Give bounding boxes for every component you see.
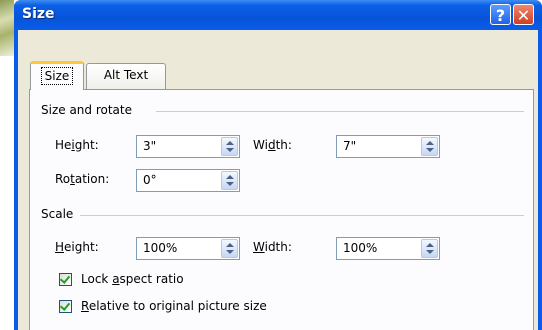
tab-alt-text-label: Alt Text xyxy=(103,68,149,82)
spin-up-icon xyxy=(226,141,234,145)
checkmark-icon xyxy=(59,300,71,311)
scale-width-spin-arrows[interactable] xyxy=(421,239,438,258)
scale-width-value: 100% xyxy=(343,241,378,255)
checkmark-icon xyxy=(59,273,71,284)
width-label: Width: xyxy=(253,138,292,152)
tab-alt-text[interactable]: Alt Text xyxy=(86,63,166,89)
background-thumbnail xyxy=(0,0,14,56)
close-icon: ✕ xyxy=(516,6,531,25)
scale-width-spinner[interactable]: 100% xyxy=(336,237,440,260)
dialog-body: Size Alt Text Size and rotate Height: 3"… xyxy=(18,30,538,330)
spin-down-icon xyxy=(426,250,434,254)
width-spin-arrows[interactable] xyxy=(421,137,438,156)
spin-down-icon xyxy=(226,250,234,254)
rotation-spinner[interactable]: 0° xyxy=(136,169,240,192)
width-spinner[interactable]: 7" xyxy=(336,135,440,158)
scale-height-spinner[interactable]: 100% xyxy=(136,237,240,260)
height-value: 3" xyxy=(143,139,157,153)
height-spinner[interactable]: 3" xyxy=(136,135,240,158)
width-value: 7" xyxy=(343,139,357,153)
scale-width-label: Width: xyxy=(253,240,292,254)
lock-aspect-checkbox[interactable] xyxy=(59,273,72,286)
spin-up-icon xyxy=(426,243,434,247)
spin-up-icon xyxy=(226,175,234,179)
spin-down-icon xyxy=(226,182,234,186)
spin-up-icon xyxy=(426,141,434,145)
size-rotate-heading: Size and rotate xyxy=(41,103,132,117)
tab-size[interactable]: Size xyxy=(30,61,84,90)
help-button[interactable]: ? xyxy=(490,4,511,25)
dialog-title: Size xyxy=(22,6,55,22)
spin-down-icon xyxy=(226,148,234,152)
rotation-label: Rotation: xyxy=(55,172,110,186)
spin-up-icon xyxy=(226,243,234,247)
scale-height-value: 100% xyxy=(143,241,178,255)
lock-aspect-label[interactable]: Lock aspect ratio xyxy=(81,272,184,286)
scale-divider xyxy=(80,215,524,216)
rotation-spin-arrows[interactable] xyxy=(221,171,238,190)
tab-size-label: Size xyxy=(40,67,74,85)
height-spin-arrows[interactable] xyxy=(221,137,238,156)
size-rotate-divider xyxy=(156,111,524,112)
title-bar[interactable]: Size ? ✕ xyxy=(14,0,542,30)
help-icon: ? xyxy=(495,6,506,25)
close-button[interactable]: ✕ xyxy=(513,4,534,25)
size-tab-panel: Size and rotate Height: 3" Width: 7" Rot… xyxy=(29,89,534,330)
relative-original-checkbox[interactable] xyxy=(59,300,72,313)
rotation-value: 0° xyxy=(143,173,157,187)
height-label: Height: xyxy=(55,138,99,152)
spin-down-icon xyxy=(426,148,434,152)
size-dialog: Size ? ✕ Size Alt Text Size and rotate H… xyxy=(14,0,542,330)
scale-height-label: Height: xyxy=(55,240,99,254)
relative-original-label[interactable]: Relative to original picture size xyxy=(81,299,267,313)
scale-height-spin-arrows[interactable] xyxy=(221,239,238,258)
scale-heading: Scale xyxy=(41,207,74,221)
